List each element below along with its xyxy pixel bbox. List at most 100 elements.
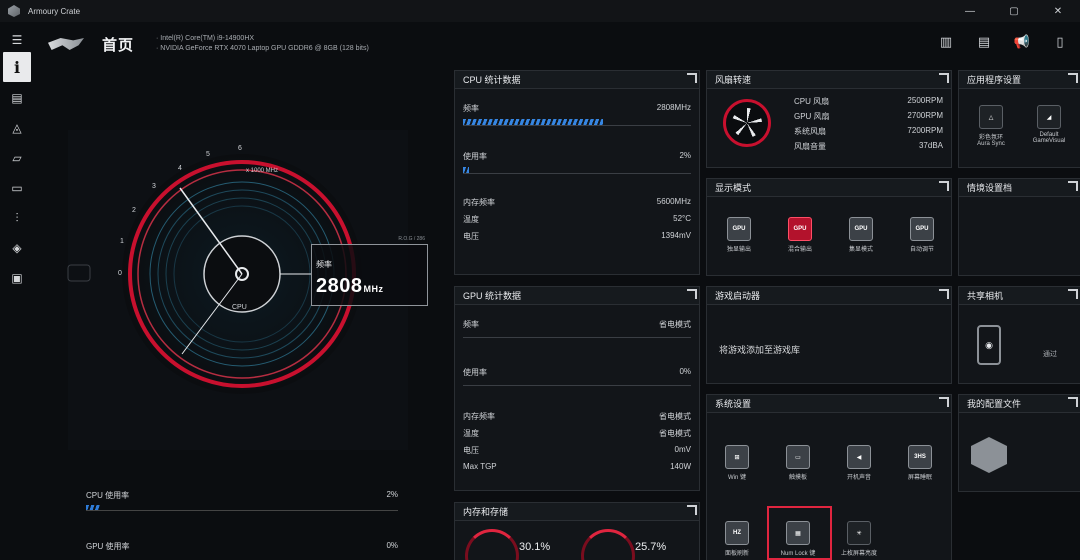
memory-ring	[465, 529, 519, 560]
fan-volume-value: 37dBA	[918, 141, 943, 150]
speaker-icon: ◀	[847, 445, 871, 469]
cpu-usage-stat-track	[463, 167, 691, 174]
tag-icon[interactable]: ◈	[7, 238, 27, 258]
win-key-toggle[interactable]: ⊞ Win 键	[707, 445, 767, 481]
system-settings-title: 系统设置	[707, 395, 951, 413]
gamevisual-icon: ◢	[1037, 105, 1061, 129]
left-navigation: ☰ i ▤ ◬ ▱ ▭ ⫶ ◈ ▣	[0, 22, 34, 560]
gpu-usage-label: GPU 使用率	[86, 542, 130, 551]
gauge-tick-2: 2	[132, 207, 136, 214]
cpu-freq-track	[463, 119, 691, 126]
app-settings-panel[interactable]: 应用程序设置 △ 彩色氛环 Aura Sync ◢ Default GameVisual	[958, 70, 1080, 168]
cpu-voltage-label: 电压	[463, 232, 479, 241]
page-header: 首页 · Intel(R) Core(TM) i9-14900HX · NVID…	[44, 30, 369, 58]
cpu-memfreq-value: 5600MHz	[656, 197, 691, 206]
gpu-icon: GPU	[727, 217, 751, 241]
fan-icon	[723, 99, 771, 147]
add-game-text[interactable]: 将游戏添加至游戏库	[719, 343, 800, 356]
window-title: Armoury Crate	[28, 6, 81, 16]
gpu-freq-label: 频率	[463, 320, 479, 329]
gpu-fan-label: GPU 风扇	[794, 112, 830, 121]
gpu-voltage-value: 0mV	[674, 445, 691, 454]
panel-refresh-toggle[interactable]: HZ 面板刷新	[707, 521, 767, 557]
game-launcher-panel[interactable]: 游戏启动器 将游戏添加至游戏库	[706, 286, 952, 384]
game-launcher-title: 游戏启动器	[707, 287, 951, 305]
cpu-memfreq-label: 内存频率	[463, 198, 495, 207]
minimize-button[interactable]: —	[948, 0, 992, 22]
frequency-readout: R.O.G / 286 频率 2808MHz	[311, 236, 428, 306]
shared-camera-title: 共享相机	[959, 287, 1080, 305]
display-mode-title: 显示模式	[707, 179, 951, 197]
gpu-memfreq-label: 内存频率	[463, 412, 495, 421]
fan-volume-label: 风扇音量	[794, 142, 826, 151]
gpu-stats-panel[interactable]: GPU 统计数据 频率 省电模式 使用率 0% 内存频率 省电模式 温度 省电模式 电压…	[454, 286, 700, 491]
screen-brightness-label: 上枚屏幕亮度	[840, 551, 877, 557]
announcement-icon[interactable]: 📢	[1014, 33, 1030, 51]
gauge-center-label: CPU	[232, 304, 247, 311]
notes-icon[interactable]: ▤	[976, 33, 992, 51]
fan-speed-title: 风扇转速	[707, 71, 951, 89]
fan-speed-panel[interactable]: 风扇转速 CPU 风扇 2500RPM GPU 风扇 2700RPM 系统风扇 720…	[706, 70, 952, 168]
display-mode-panel[interactable]: 显示模式 GPU 独显输出 GPU 混合输出 GPU 集显模式 GPU 自动调节	[706, 178, 952, 276]
phone-icon[interactable]: ▯	[1052, 33, 1068, 51]
device-icon[interactable]: ▤	[7, 88, 27, 108]
touchpad-toggle[interactable]: ▭ 触摸板	[768, 445, 828, 481]
profile-hex-icon	[971, 437, 1007, 473]
shared-camera-panel[interactable]: 共享相机 ◉ 通过	[958, 286, 1080, 384]
settings-sliders-icon[interactable]: ⫶	[7, 208, 27, 228]
display-mode-igpu[interactable]: GPU 集显模式	[831, 217, 891, 253]
aura-icon[interactable]: ◬	[7, 118, 27, 138]
scenario-profiles-panel[interactable]: 情境设置档	[958, 178, 1080, 276]
gamevisual-icon[interactable]: ▱	[7, 148, 27, 168]
storage-ring	[581, 529, 635, 560]
refresh-rate-icon: HZ	[725, 521, 749, 545]
cpu-fan-value: 2500RPM	[907, 96, 943, 105]
gpu-temp-value: 省电模式	[659, 429, 691, 438]
display-mode-auto[interactable]: GPU 自动调节	[892, 217, 952, 253]
layout-icon[interactable]: ▥	[938, 33, 954, 51]
selected-highlight	[767, 506, 832, 560]
rog-logo-icon	[44, 33, 88, 55]
app-settings-title: 应用程序设置	[959, 71, 1080, 89]
cpu-usage-value: 2%	[386, 490, 398, 499]
storage-percent: 25.7%	[635, 541, 667, 553]
display-mode-auto-label: 自动调节	[909, 247, 934, 253]
maximize-button[interactable]: ▢	[992, 0, 1036, 22]
display-mode-hybrid[interactable]: GPU 混合输出	[770, 217, 830, 253]
gauge-tick-4: 4	[178, 165, 182, 172]
close-button[interactable]: ✕	[1036, 0, 1080, 22]
cpu-usage-row: CPU 使用率 2%	[86, 490, 398, 511]
hamburger-menu-icon[interactable]: ☰	[7, 30, 27, 50]
brightness-icon: ✳	[847, 521, 871, 545]
screen-brightness-toggle[interactable]: ✳ 上枚屏幕亮度	[829, 521, 889, 557]
gpu-voltage-label: 电压	[463, 446, 479, 455]
win-key-label: Win 键	[727, 475, 746, 481]
page-title: 首页	[102, 36, 135, 54]
boot-sound-toggle[interactable]: ◀ 开机声音	[829, 445, 889, 481]
gpu-icon: GPU	[788, 217, 812, 241]
gpu-info: · NVIDIA GeForce RTX 4070 Laptop GPU GDD…	[156, 45, 369, 52]
title-bar: Armoury Crate — ▢ ✕	[0, 0, 1080, 22]
game-library-icon[interactable]: ▭	[7, 178, 27, 198]
gauge-tick-1: 1	[120, 238, 124, 245]
memory-storage-panel[interactable]: 内存和存储 30.1% 25.7%	[454, 502, 700, 560]
display-mode-dgpu[interactable]: GPU 独显输出	[709, 217, 769, 253]
my-profile-panel[interactable]: 我的配置文件	[958, 394, 1080, 492]
gamevisual-tile[interactable]: ◢ Default GameVisual	[1019, 105, 1079, 144]
aura-sync-label: 彩色氛环	[978, 135, 1003, 141]
news-icon[interactable]: ▣	[7, 268, 27, 288]
gpu-memfreq-value: 省电模式	[659, 412, 691, 421]
cpu-stats-panel[interactable]: CPU 统计数据 频率 2808MHz 使用率 2% 内存频率 5600MHz 温度 5…	[454, 70, 700, 275]
aura-sync-tile[interactable]: △ 彩色氛环 Aura Sync	[961, 105, 1021, 147]
home-info-icon[interactable]: i	[3, 52, 31, 82]
gpu-freq-track	[463, 331, 691, 338]
screen-sleep-toggle[interactable]: 3HS 屏幕睡眠	[890, 445, 950, 481]
cpu-temp-label: 温度	[463, 215, 479, 224]
display-mode-igpu-label: 集显模式	[848, 247, 873, 253]
gauge-tick-3: 3	[152, 183, 156, 190]
gpu-tgp-value: 140W	[670, 462, 691, 471]
cpu-usage-stat-label: 使用率	[463, 152, 487, 161]
system-fan-label: 系统风扇	[794, 127, 826, 136]
gpu-usage-stat-label: 使用率	[463, 368, 487, 377]
frequency-number: 2808	[316, 275, 363, 297]
